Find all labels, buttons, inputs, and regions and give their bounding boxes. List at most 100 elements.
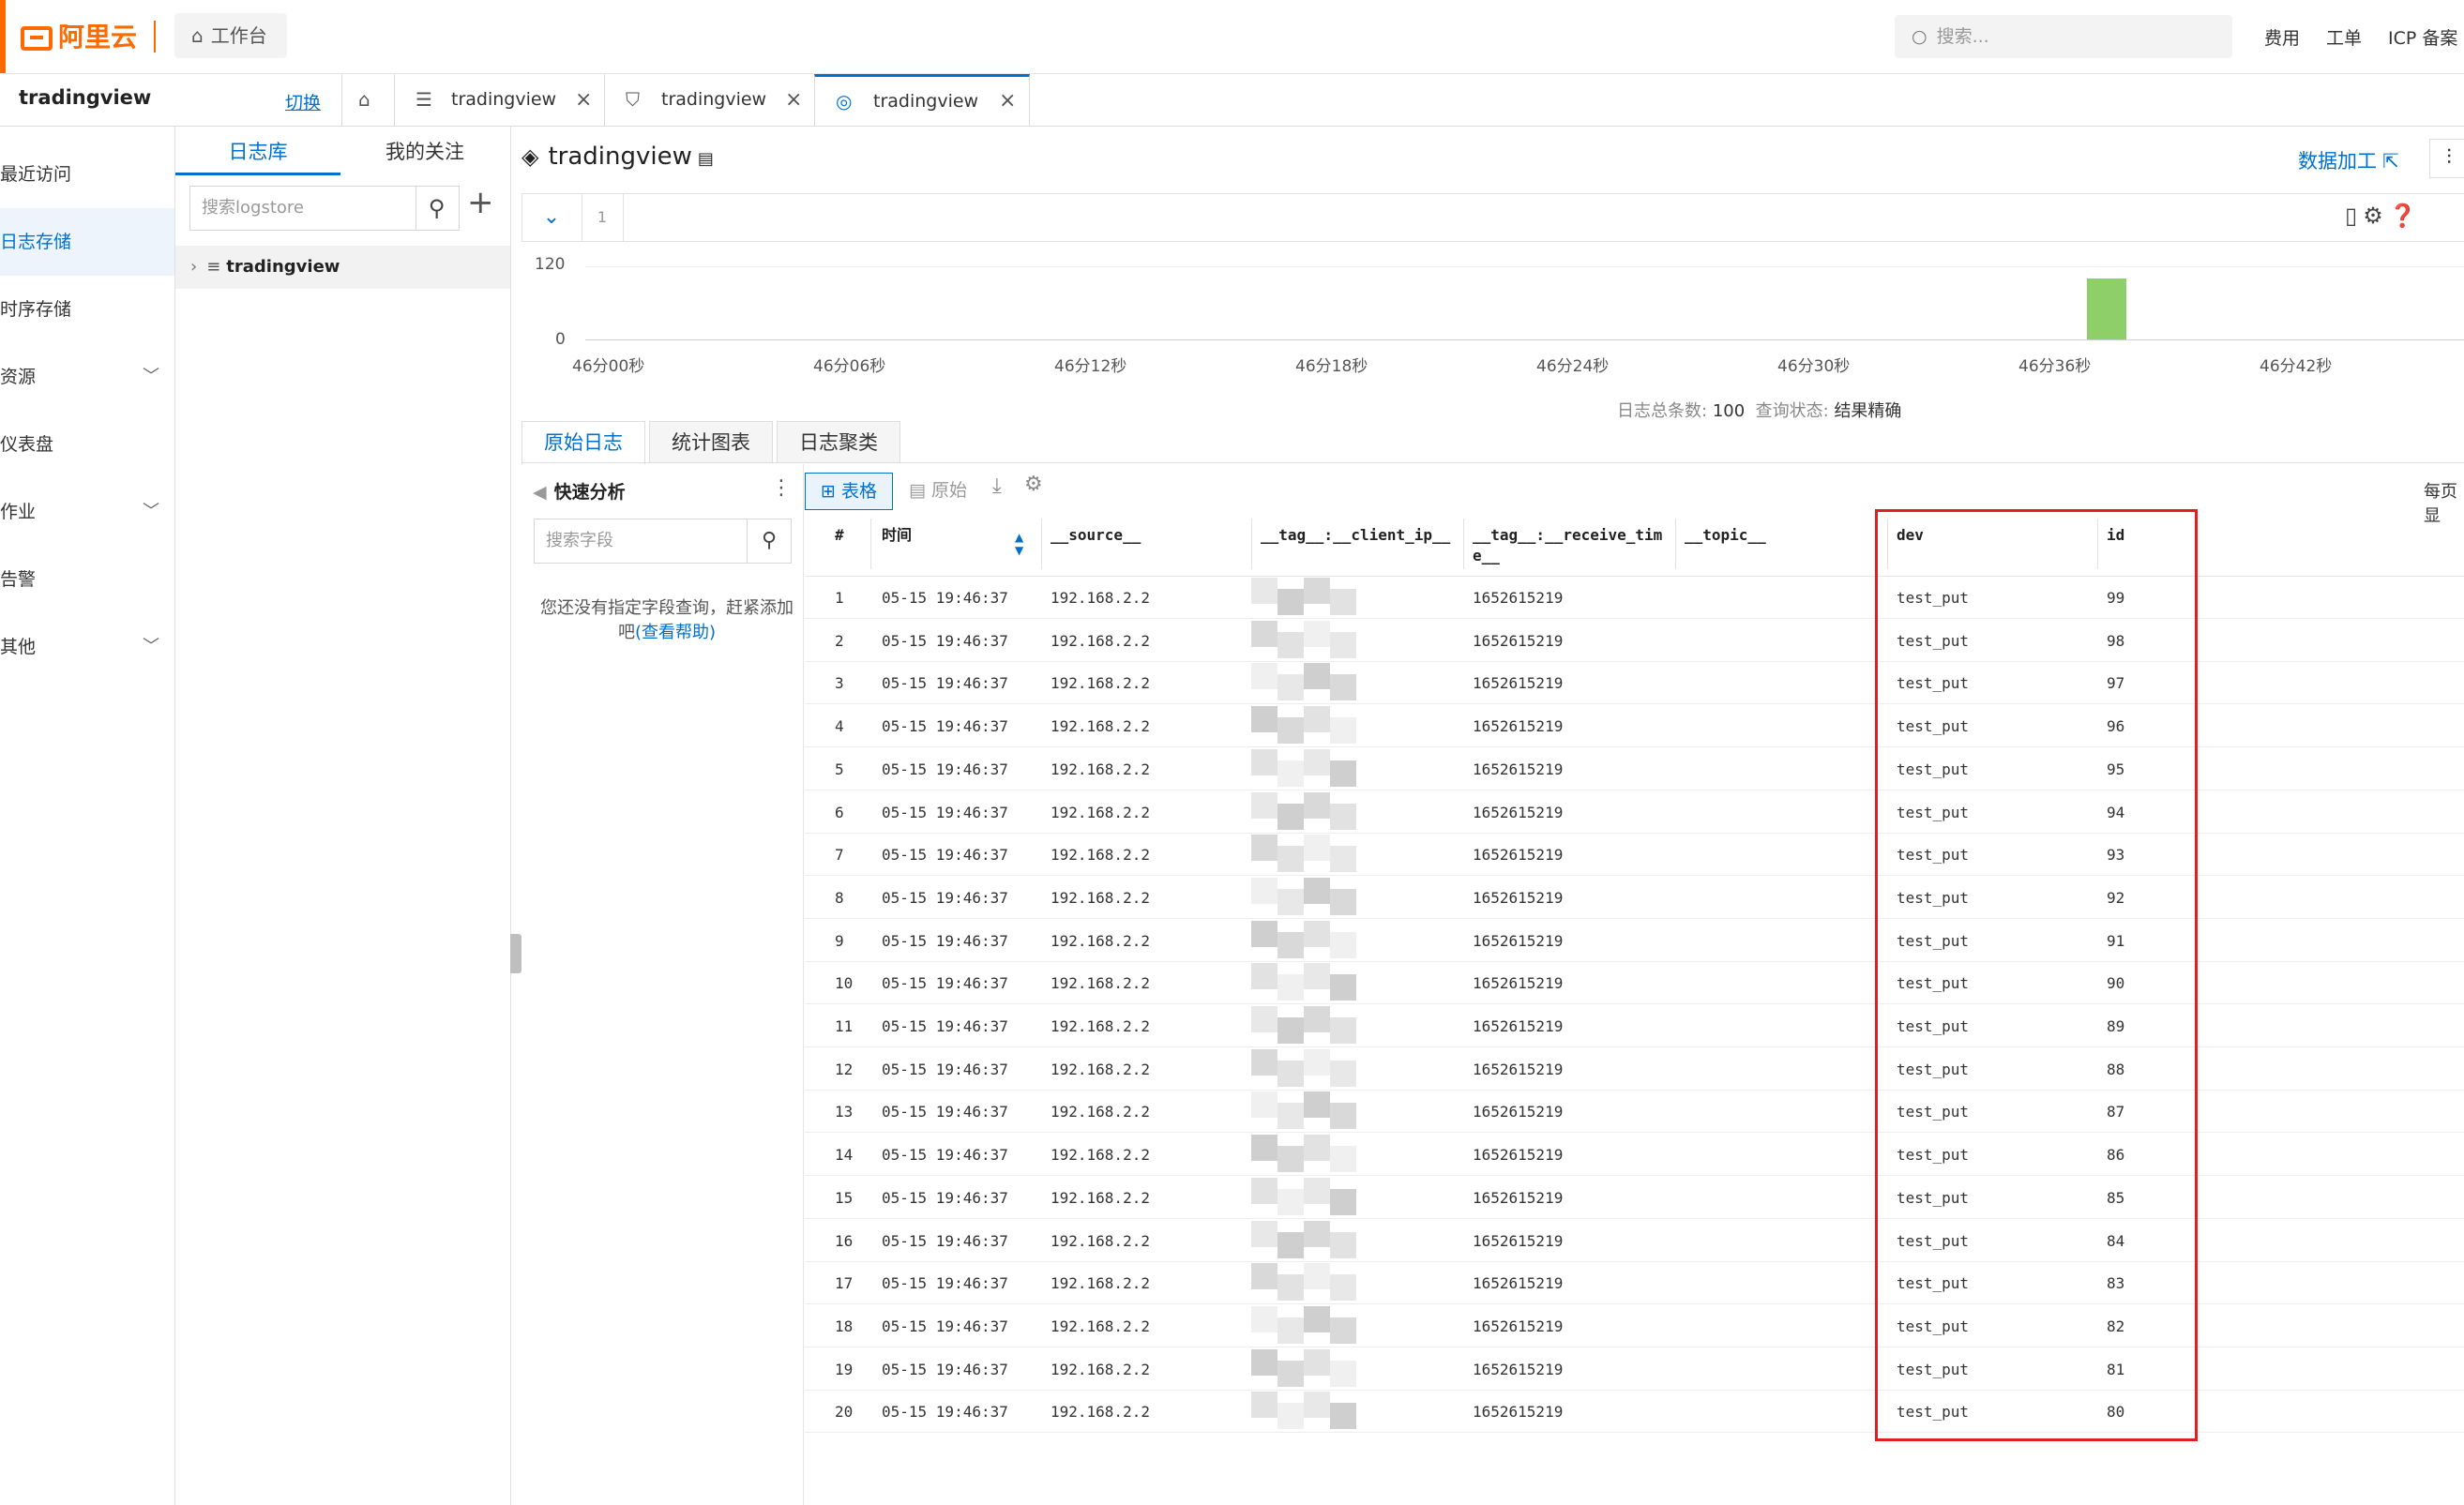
collapse-handle[interactable] xyxy=(510,934,522,973)
close-icon[interactable]: × xyxy=(999,77,1016,126)
help-icon[interactable]: ❓ xyxy=(2389,203,2423,229)
quick-analysis-hint: 您还没有指定字段查询，赶紧添加吧(查看帮助) xyxy=(540,596,794,645)
nav-jobs[interactable]: 作业 ﹀ xyxy=(0,478,174,546)
raw-view-label: 原始 xyxy=(930,480,967,501)
copy-icon[interactable]: ▤ xyxy=(698,149,714,169)
table-row[interactable]: 9 05-15 19:46:37 192.168.2.2 1652615219 test… xyxy=(805,919,2464,962)
collapse-left-icon[interactable]: ◀ xyxy=(533,482,547,503)
ticket-link[interactable]: 工单 xyxy=(2326,24,2362,50)
more-icon[interactable]: ⋮ xyxy=(771,476,792,500)
redacted-ip-block xyxy=(1277,1403,1304,1429)
aliyun-logo[interactable]: 阿里云 xyxy=(21,17,137,54)
gear-icon[interactable]: ⚙ xyxy=(2363,203,2389,229)
nav-recent[interactable]: 最近访问 xyxy=(0,141,174,208)
x-tick-label: 46分24秒 xyxy=(1536,357,1610,376)
column-header-client-ip[interactable]: __tag__:__client_ip__ xyxy=(1261,525,1450,546)
table-row[interactable]: 17 05-15 19:46:37 192.168.2.2 1652615219 tes… xyxy=(805,1261,2464,1304)
tab-logstore-1[interactable]: ☰ tradingview × xyxy=(394,74,605,126)
cell-index: 2 xyxy=(835,632,844,650)
add-icon[interactable]: + xyxy=(467,184,494,221)
nav-others[interactable]: 其他 ﹀ xyxy=(0,613,174,681)
nav-dashboard[interactable]: 仪表盘 xyxy=(0,411,174,478)
histogram-bar[interactable] xyxy=(2086,278,2126,339)
query-editor[interactable] xyxy=(522,193,2464,242)
column-header-receive-time[interactable]: __tag__:__receive_tim e__ xyxy=(1473,525,1662,566)
table-row[interactable]: 6 05-15 19:46:37 192.168.2.2 1652615219 test… xyxy=(805,790,2464,834)
cell-time: 05-15 19:46:37 xyxy=(882,804,1008,821)
column-header-source[interactable]: __source__ xyxy=(1051,525,1141,546)
chevron-right-icon[interactable]: › xyxy=(190,257,197,277)
table-row[interactable]: 4 05-15 19:46:37 192.168.2.2 1652615219 test… xyxy=(805,704,2464,747)
sort-icon[interactable]: ▲ ▼ xyxy=(1015,531,1023,557)
fees-link[interactable]: 费用 xyxy=(2264,24,2300,50)
cell-source: 192.168.2.2 xyxy=(1051,632,1150,650)
close-icon[interactable]: × xyxy=(575,74,592,126)
nav-alerts[interactable]: 告警 xyxy=(0,546,174,613)
chevron-down-icon[interactable]: ⌄ xyxy=(522,193,582,242)
nav-resources[interactable]: 资源 ﹀ xyxy=(0,343,174,411)
table-row[interactable]: 2 05-15 19:46:37 192.168.2.2 1652615219 test… xyxy=(805,619,2464,662)
table-row[interactable]: 13 05-15 19:46:37 192.168.2.2 1652615219 tes… xyxy=(805,1090,2464,1133)
table-row[interactable]: 1 05-15 19:46:37 192.168.2.2 1652615219 test… xyxy=(805,576,2464,619)
help-link[interactable]: (查看帮助) xyxy=(635,623,716,642)
tab-logstores[interactable]: 日志库 xyxy=(175,131,340,175)
logstore-search-placeholder: 搜索logstore xyxy=(202,198,304,218)
table-row[interactable]: 8 05-15 19:46:37 192.168.2.2 1652615219 test… xyxy=(805,876,2464,919)
nav-label: 最近访问 xyxy=(0,164,72,185)
column-header-time[interactable]: 时间 xyxy=(882,525,912,546)
cell-index: 11 xyxy=(835,1017,854,1035)
logstore-item[interactable]: › ≡ tradingview xyxy=(175,246,510,289)
cell-index: 1 xyxy=(835,589,844,607)
cell-time: 05-15 19:46:37 xyxy=(882,632,1008,650)
close-icon[interactable]: × xyxy=(785,74,802,126)
tab-my-follows[interactable]: 我的关注 xyxy=(340,131,509,173)
tab-charts[interactable]: 统计图表 xyxy=(649,421,773,463)
redacted-ip-block xyxy=(1304,1349,1330,1376)
redacted-ip-block xyxy=(1251,1221,1277,1247)
switch-project-link[interactable]: 切换 xyxy=(285,89,321,114)
tab-home[interactable]: ⌂ xyxy=(341,74,395,126)
tab-log-clusters[interactable]: 日志聚类 xyxy=(777,421,900,463)
gear-icon[interactable]: ⚙ xyxy=(1024,473,1043,496)
field-search-input[interactable]: 搜索字段 xyxy=(534,519,748,564)
download-icon[interactable]: ⤓ xyxy=(992,474,1002,498)
divider xyxy=(522,462,2464,463)
nav-log-storage[interactable]: 日志存储 xyxy=(0,208,174,276)
x-tick-label: 46分00秒 xyxy=(572,357,645,376)
table-row[interactable]: 10 05-15 19:46:37 192.168.2.2 1652615219 tes… xyxy=(805,961,2464,1004)
tab-logstore-2[interactable]: ⛉ tradingview × xyxy=(604,74,815,126)
column-header-topic[interactable]: __topic__ xyxy=(1685,525,1766,546)
table-row[interactable]: 5 05-15 19:46:37 192.168.2.2 1652615219 test… xyxy=(805,747,2464,790)
table-row[interactable]: 18 05-15 19:46:37 192.168.2.2 1652615219 tes… xyxy=(805,1304,2464,1347)
raw-view-button[interactable]: ▤ 原始 xyxy=(895,473,981,508)
table-row[interactable]: 16 05-15 19:46:37 192.168.2.2 1652615219 tes… xyxy=(805,1219,2464,1262)
table-row[interactable]: 14 05-15 19:46:37 192.168.2.2 1652615219 tes… xyxy=(805,1133,2464,1176)
workbench-button[interactable]: ⌂ 工作台 xyxy=(174,13,287,58)
table-row[interactable]: 15 05-15 19:46:37 192.168.2.2 1652615219 tes… xyxy=(805,1176,2464,1219)
search-icon[interactable]: ⚲ xyxy=(747,519,792,564)
table-row[interactable]: 3 05-15 19:46:37 192.168.2.2 1652615219 test… xyxy=(805,661,2464,704)
quick-analysis-title[interactable]: ◀ 快速分析 xyxy=(533,478,626,504)
global-search-input[interactable]: ○ 搜索... xyxy=(1895,15,2232,58)
save-query-icon[interactable]: ▯ xyxy=(2345,203,2363,229)
icp-link[interactable]: ICP 备案 xyxy=(2388,24,2457,50)
redacted-ip-block xyxy=(1277,1017,1304,1044)
column-separator xyxy=(1041,519,1042,569)
redacted-ip-block xyxy=(1251,878,1277,904)
data-processing-link[interactable]: 数据加工 ⇱ xyxy=(2298,146,2399,174)
table-row[interactable]: 19 05-15 19:46:37 192.168.2.2 1652615219 tes… xyxy=(805,1347,2464,1391)
redacted-ip-block xyxy=(1251,1049,1277,1076)
sliders-icon[interactable]: ⫶ xyxy=(2429,139,2464,178)
redacted-ip-block xyxy=(1330,974,1356,1001)
table-row[interactable]: 7 05-15 19:46:37 192.168.2.2 1652615219 test… xyxy=(805,833,2464,876)
search-icon[interactable]: ⚲ xyxy=(415,186,460,231)
table-view-button[interactable]: ⊞ 表格 xyxy=(805,473,893,510)
table-row[interactable]: 12 05-15 19:46:37 192.168.2.2 1652615219 tes… xyxy=(805,1047,2464,1091)
tab-raw-logs[interactable]: 原始日志 xyxy=(522,421,645,464)
cell-index: 6 xyxy=(835,804,844,821)
nav-timeseries[interactable]: 时序存储 xyxy=(0,276,174,343)
table-row[interactable]: 20 05-15 19:46:37 192.168.2.2 1652615219 tes… xyxy=(805,1390,2464,1433)
logstore-search-input[interactable]: 搜索logstore xyxy=(189,186,416,231)
tab-logstore-3[interactable]: ◎ tradingview × xyxy=(814,74,1030,126)
table-row[interactable]: 11 05-15 19:46:37 192.168.2.2 1652615219 tes… xyxy=(805,1004,2464,1047)
